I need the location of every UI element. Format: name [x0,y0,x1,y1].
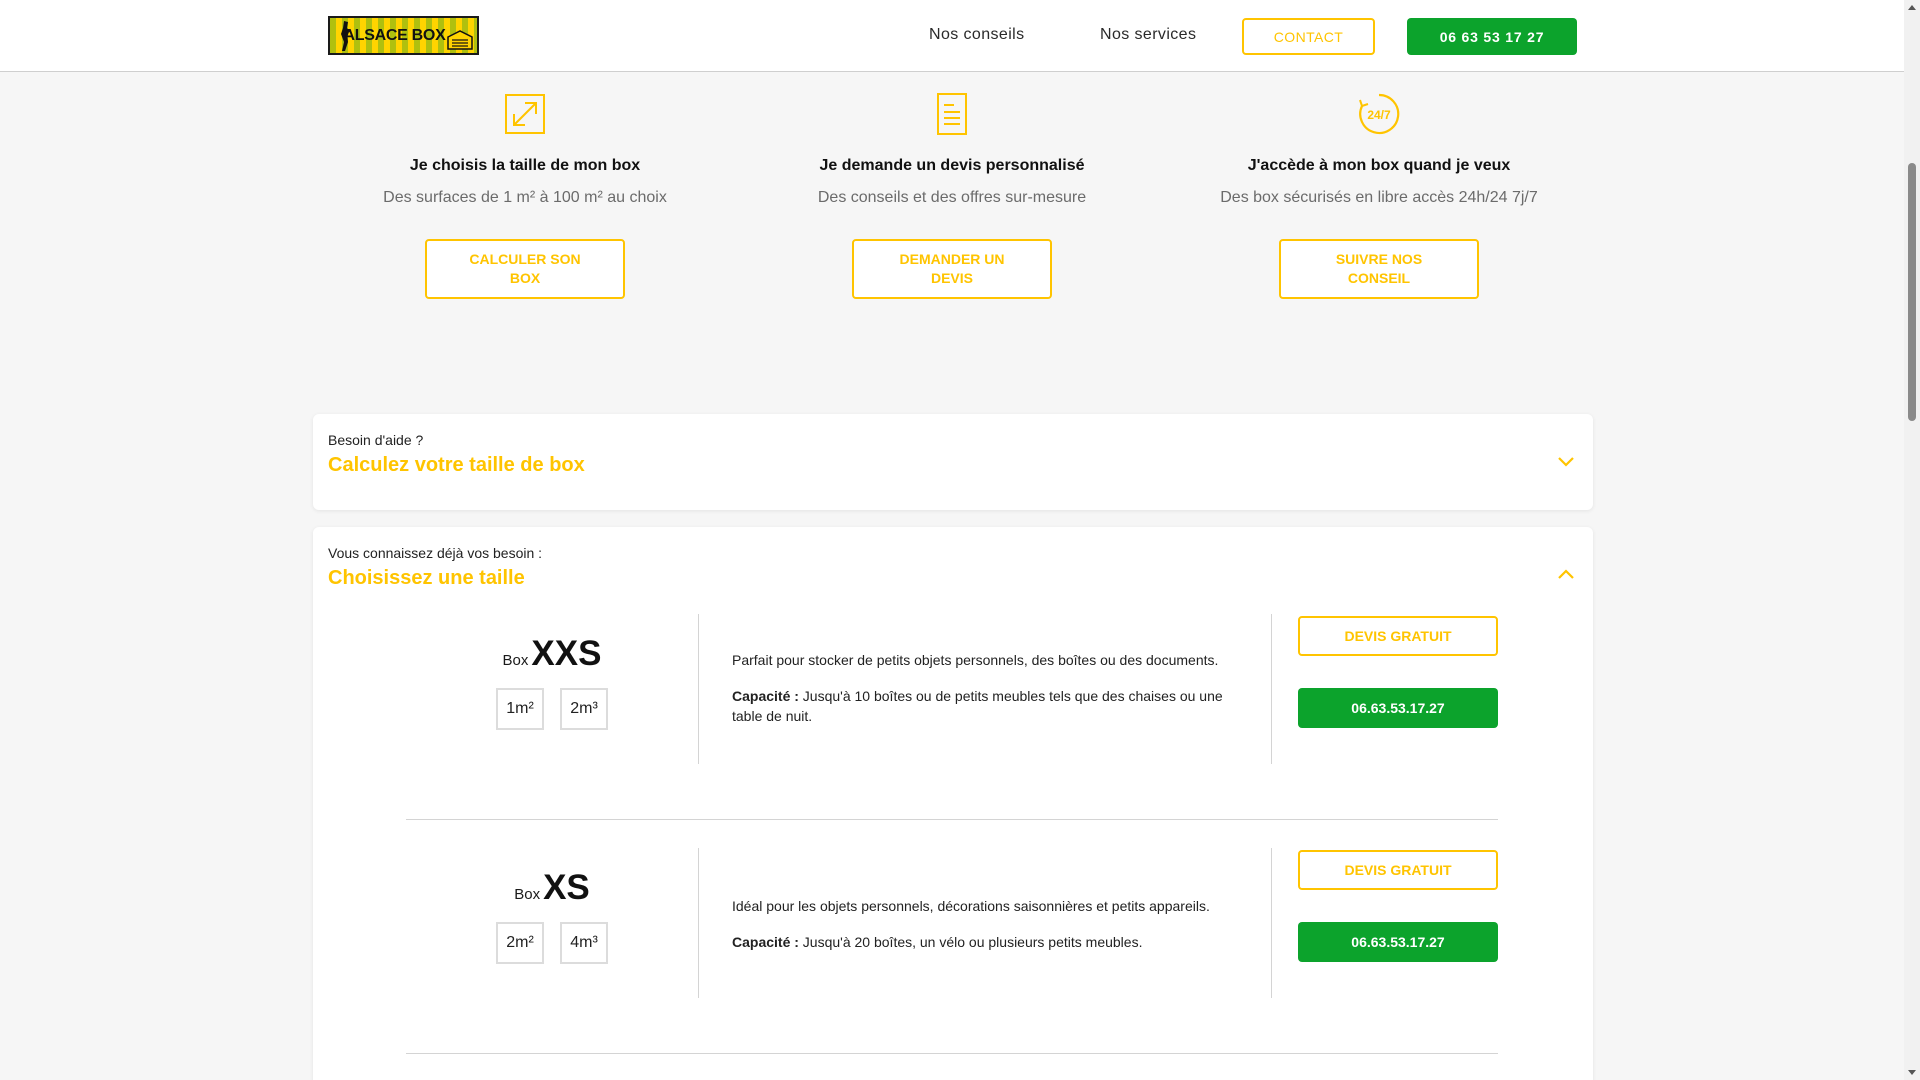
surface-chip: 1m² [496,688,544,730]
clock-24-7-icon: 24/7 [1359,93,1400,135]
scroll-up-arrow-icon[interactable] [1908,5,1916,10]
scrollbar-thumb[interactable] [1908,163,1916,421]
box-description: Parfait pour stocker de petits objets pe… [732,614,1272,764]
garage-icon [447,30,473,50]
free-quote-button[interactable]: DEVIS GRATUIT [1298,616,1498,656]
box-capacity: Capacité : Jusqu'à 10 boîtes ou de petit… [732,686,1231,726]
box-size-label: XXS [531,634,602,673]
resize-arrow-icon [505,94,545,134]
nav-link-services[interactable]: Nos services [1100,26,1196,44]
document-icon [937,93,967,135]
box-size-label: XS [543,868,590,907]
site-header: ALSACE BOX Nos conseils Nos services CON… [0,0,1904,72]
clock-24-7-label: 24/7 [1367,108,1391,122]
capacity-text: Jusqu'à 10 boîtes ou de petits meubles t… [732,688,1223,724]
box-size-summary: BoxXXS 1m² 2m³ [406,614,699,764]
feature-subtitle: Des conseils et des offres sur-mesure [817,189,1087,206]
feature-quote: Je demande un devis personnalisé Des con… [772,92,1132,299]
call-button[interactable]: 06.63.53.17.27 [1298,922,1498,962]
box-name: BoxXS [406,868,698,908]
box-description-text: Idéal pour les objets personnels, décora… [732,898,1210,914]
help-title[interactable]: Calculez votre taille de box [328,454,585,477]
capacity-label: Capacité : [732,688,799,704]
choose-kicker: Vous connaissez déjà vos besoin : [328,545,543,561]
volume-chip: 2m³ [560,688,608,730]
follow-advice-button[interactable]: SUIVRE NOS CONSEIL [1279,239,1479,299]
page-scrollbar[interactable] [1904,0,1920,1080]
feature-title: Je choisis la taille de mon box [409,157,641,174]
box-description: Idéal pour les objets personnels, décora… [732,848,1272,998]
box-actions: DEVIS GRATUIT 06.63.53.17.27 [1298,848,1498,962]
logo-text: ALSACE BOX [343,26,446,44]
chevron-up-icon[interactable] [1557,568,1575,580]
box-prefix: Box [514,886,541,903]
help-kicker: Besoin d'aide ? [328,432,424,448]
box-row-xs: BoxXS 2m² 4m³ Idéal pour les objets pers… [406,821,1498,1054]
free-quote-button[interactable]: DEVIS GRATUIT [1298,850,1498,890]
box-actions: DEVIS GRATUIT 06.63.53.17.27 [1298,614,1498,728]
box-size-summary: BoxXS 2m² 4m³ [406,848,699,998]
box-capacity: Capacité : Jusqu'à 20 boîtes, un vélo ou… [732,932,1231,952]
volume-chip: 4m³ [560,922,608,964]
box-row-xxs: BoxXXS 1m² 2m³ Parfait pour stocker de p… [406,587,1498,820]
surface-chip: 2m² [496,922,544,964]
header-phone-button[interactable]: 06 63 53 17 27 [1407,18,1577,55]
nav-link-conseils[interactable]: Nos conseils [929,26,1025,44]
feature-subtitle: Des box sécurisés en libre accès 24h/24 … [1220,189,1538,206]
box-prefix: Box [502,652,529,669]
call-button[interactable]: 06.63.53.17.27 [1298,688,1498,728]
scroll-down-arrow-icon[interactable] [1908,1070,1916,1075]
request-quote-button[interactable]: DEMANDER UN DEVIS [852,239,1052,299]
feature-title: J'accède à mon box quand je veux [1247,157,1511,174]
box-name: BoxXXS [406,634,698,674]
feature-size: Je choisis la taille de mon box Des surf… [345,92,705,299]
feature-subtitle: Des surfaces de 1 m² à 100 m² au choix [383,189,667,206]
capacity-label: Capacité : [732,934,799,950]
help-accordion[interactable]: Besoin d'aide ? Calculez votre taille de… [313,414,1593,510]
feature-title: Je demande un devis personnalisé [819,157,1085,174]
box-dimensions: 1m² 2m³ [406,688,698,730]
contact-button[interactable]: CONTACT [1242,18,1375,55]
feature-access: 24/7 J'accède à mon box quand je veux De… [1199,92,1559,299]
site-logo[interactable]: ALSACE BOX [328,16,479,55]
chevron-down-icon[interactable] [1557,456,1575,468]
calculate-box-button[interactable]: CALCULER SON BOX [425,239,625,299]
choose-size-accordion: Vous connaissez déjà vos besoin : Choisi… [313,527,1593,1080]
box-dimensions: 2m² 4m³ [406,922,698,964]
capacity-text: Jusqu'à 20 boîtes, un vélo ou plusieurs … [798,934,1143,950]
box-description-text: Parfait pour stocker de petits objets pe… [732,652,1219,668]
